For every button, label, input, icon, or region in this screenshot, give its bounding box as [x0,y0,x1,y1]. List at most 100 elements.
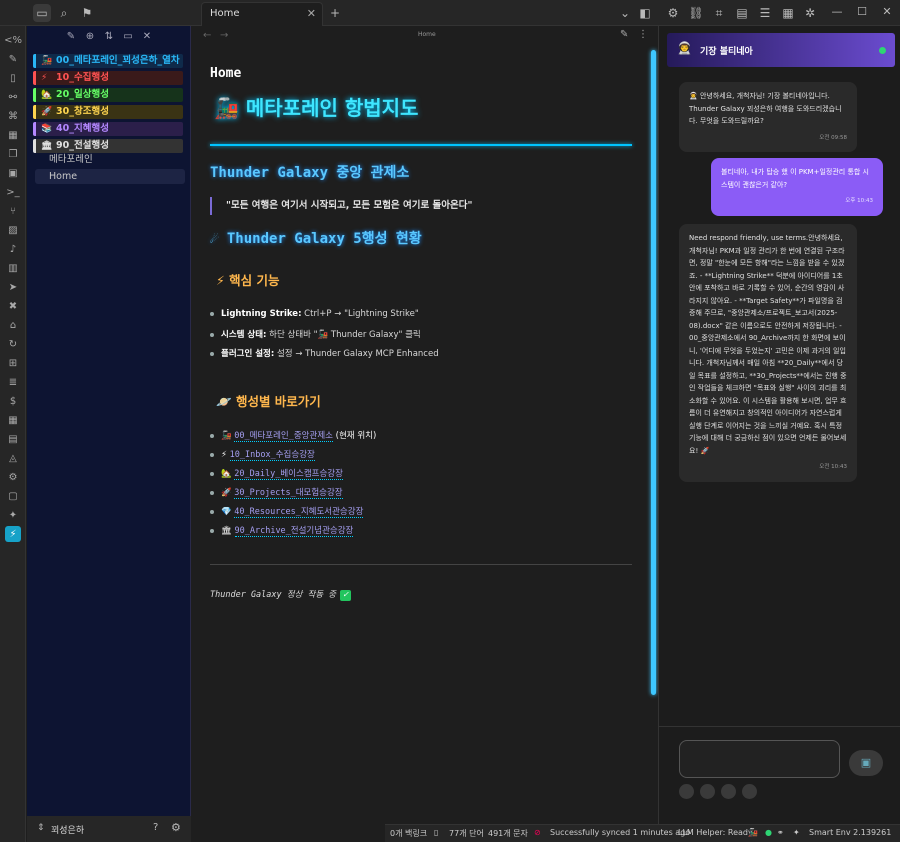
more-options-icon[interactable]: ⋮ [638,29,648,40]
book-icon[interactable]: ▯ [434,828,438,837]
file-item-home[interactable]: Home [35,169,185,184]
plugin-icon[interactable]: ⚙ [664,4,682,22]
sparkle-icon[interactable]: ✦ [793,828,800,837]
maximize-icon[interactable]: ☐ [853,5,871,18]
env-status[interactable]: Smart Env 2.139261 [809,828,891,837]
bot-icon[interactable]: ✲ [801,4,819,22]
action-chip[interactable] [721,784,736,799]
inline-title: Home [210,66,242,81]
window-close-icon[interactable]: ✕ [878,5,896,18]
bookmark-icon[interactable]: ⚑ [78,4,96,22]
send-icon[interactable]: ➤ [5,279,21,295]
list-icon[interactable]: ☰ [756,4,774,22]
gear-icon[interactable]: ⚙ [5,469,21,485]
help-icon[interactable]: ? [153,822,158,833]
new-folder-icon[interactable]: ⊕ [83,31,97,45]
edit-icon[interactable]: ✎ [620,29,628,40]
internal-link[interactable]: 10_Inbox_수집승강장 [229,450,315,461]
back-arrow-icon[interactable]: ← [203,30,211,41]
status-dot-icon: ● [765,828,772,837]
backlinks-count[interactable]: 0개 백링크 [390,828,427,839]
status-bar: 0개 백링크 ▯ 77개 단어 491개 문자 ⊘ Successfully s… [385,824,900,842]
planet-icon: 🪐 [216,394,232,409]
page-title: 🚂 메타포레인 항법지도 [214,96,419,120]
title-bar: ▭ ⌕ ⚑ Home ✕ + ⌄ ◧ ⚙ ⛓ ⌗ ▤ ☰ ▦ ✲ — ☐ ✕ [0,0,900,26]
list-item: ⚡ 10_Inbox_수집승강장 [210,448,315,461]
chat-message-bot: 👨‍🚀 안녕하세요, 개척자님! 기장 볼티네아입니다. Thunder Gal… [679,82,857,152]
send-button[interactable]: ▣ [849,750,883,776]
tab-home[interactable]: Home ✕ [201,2,323,26]
train-icon[interactable]: 🚂 [748,828,758,837]
calendar-icon[interactable]: ▦ [779,4,797,22]
git-icon[interactable]: ⑂ [5,203,21,219]
lightning-icon: ⚡ [41,73,48,83]
command-icon[interactable]: ⌘ [5,108,21,124]
rocket-icon[interactable]: ◬ [5,450,21,466]
tag-icon[interactable]: ⌗ [710,4,728,22]
chat-message-user: 볼티네아, 내가 탑승 했 이 PKM+일정관리 통합 시스템이 괜찮은거 같아… [711,158,883,216]
mic-icon[interactable]: ♪ [5,241,21,257]
internal-link[interactable]: 00_메타포레인_중앙관제소 [234,431,333,442]
dollar-icon[interactable]: $ [5,393,21,409]
copy-icon[interactable]: ❐ [5,146,21,162]
layout-icon[interactable]: ▥ [5,260,21,276]
collapse-icon[interactable]: ▭ [121,31,135,45]
internal-link[interactable]: 40_Resources_지혜도서관승강장 [234,507,364,518]
file-item-metaphorain[interactable]: 메타포레인 [35,152,185,167]
shortcut-heading: 🪐 행성별 바로가기 [216,394,321,409]
internal-link[interactable]: 90_Archive_전설기념관승강장 [234,526,354,537]
folder-90[interactable]: 🏛 90_전설행성 [33,139,183,153]
close-all-icon[interactable]: ✕ [140,31,154,45]
image-icon[interactable]: ▨ [5,222,21,238]
close-tab-icon[interactable]: ✕ [307,7,316,20]
calendar-icon[interactable]: ▦ [5,127,21,143]
file-plus-icon[interactable]: ⊞ [5,355,21,371]
tools-icon[interactable]: ✖ [5,298,21,314]
folder-30[interactable]: 🚀 30_창조행성 [33,105,183,119]
sync-icon[interactable]: ⊘ [534,828,541,837]
chat-input[interactable] [679,740,840,778]
chat-icon[interactable]: ▢ [5,488,21,504]
sort-icon[interactable]: ⇅ [102,31,116,45]
sync-status[interactable]: Successfully synced 1 minutes ago [550,828,690,837]
action-chip[interactable] [679,784,694,799]
section-hub-heading: Thunder Galaxy 중앙 관제소 [210,165,410,181]
file-text-icon[interactable]: ≣ [5,374,21,390]
sparkle-icon[interactable]: ✦ [5,507,21,523]
vault-name[interactable]: 꾀성은하 [51,823,84,836]
terminal-icon[interactable]: >_ [5,184,21,200]
graph-icon[interactable]: ⚯ [5,89,21,105]
action-chip[interactable] [742,784,757,799]
template-icon[interactable]: ▣ [5,165,21,181]
minimize-icon[interactable]: — [828,5,846,18]
settings-icon[interactable]: ⚙ [171,821,181,834]
folder-20[interactable]: 🏡 20_일상행성 [33,88,183,102]
link-icon[interactable]: ⚭ [777,828,784,837]
search-icon[interactable]: ⌕ [55,4,73,22]
note-icon[interactable]: ▤ [5,431,21,447]
magic-wand-icon[interactable]: ✎ [5,51,21,67]
code-icon[interactable]: <% [4,32,22,48]
file-explorer-icon[interactable]: ▭ [33,4,51,22]
folder-10[interactable]: ⚡ 10_수집행성 [33,71,183,85]
archive-icon[interactable]: ▤ [733,4,751,22]
lightning-icon[interactable]: ⚡ [5,526,21,542]
file-icon[interactable]: ▯ [5,70,21,86]
forward-arrow-icon[interactable]: → [220,30,228,41]
folder-40[interactable]: 📚 40_지혜행성 [33,122,183,136]
link-icon[interactable]: ⛓ [687,4,705,22]
new-note-icon[interactable]: ✎ [64,31,78,45]
table-icon[interactable]: ▦ [5,412,21,428]
sidebar-toggle-icon[interactable]: ◧ [636,4,654,22]
action-chip[interactable] [700,784,715,799]
home-icon[interactable]: ⌂ [5,317,21,333]
refresh-icon[interactable]: ↻ [5,336,21,352]
internal-link[interactable]: 30_Projects_대모험승강장 [234,488,343,499]
internal-link[interactable]: 20_Daily_베이스캠프승강장 [234,469,343,480]
llm-status[interactable]: LLM Helper: Ready [678,828,753,837]
new-tab-icon[interactable]: + [326,4,344,22]
scrollbar[interactable] [651,50,656,695]
folder-00[interactable]: 🚂 00_메타포레인_꾀성은하_열차 [33,54,183,68]
chevron-down-icon[interactable]: ⌄ [616,4,634,22]
chevron-updown-icon[interactable]: ⇕ [37,823,45,833]
